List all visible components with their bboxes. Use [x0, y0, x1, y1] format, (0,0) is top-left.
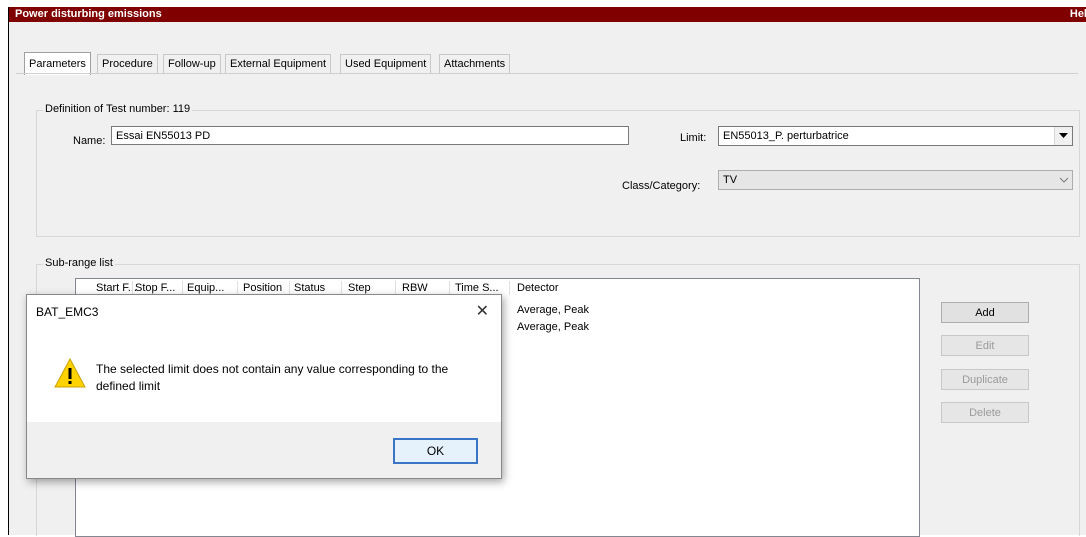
column-header-detector[interactable]: Detector — [517, 282, 559, 294]
column-separator — [449, 281, 450, 295]
message-dialog: BAT_EMC3 ✕ The selected limit does not c… — [26, 294, 502, 479]
chevron-down-icon[interactable] — [1055, 171, 1072, 189]
limit-label: Limit: — [680, 132, 707, 144]
tab-follow-up[interactable]: Follow-up — [163, 54, 221, 74]
help-menu[interactable]: Hel — [1070, 7, 1086, 22]
column-separator — [395, 281, 396, 295]
tab-baseline — [16, 73, 1078, 74]
class-value: TV — [723, 174, 738, 186]
ok-button[interactable]: OK — [393, 438, 478, 464]
window-title: Power disturbing emissions — [15, 8, 162, 20]
column-header-status[interactable]: Status — [294, 282, 325, 294]
column-header-step[interactable]: Step — [348, 282, 371, 294]
column-header-position[interactable]: Position — [243, 282, 282, 294]
close-icon[interactable]: ✕ — [476, 301, 489, 321]
column-header-start-freq[interactable]: Start F... — [96, 282, 137, 294]
column-header-equipment[interactable]: Equip... — [187, 282, 224, 294]
column-header-time-sweep[interactable]: Time S... — [455, 282, 499, 294]
tab-attachments[interactable]: Attachments — [439, 54, 511, 74]
subrange-legend: Sub-range list — [43, 257, 115, 269]
limit-select[interactable]: EN55013_P. perturbatrice — [718, 126, 1073, 146]
window-titlebar: Power disturbing emissions Hel — [9, 7, 1086, 22]
column-header-rbw[interactable]: RBW — [402, 282, 428, 294]
column-separator — [132, 281, 133, 295]
class-select[interactable]: TV — [718, 170, 1073, 190]
definition-legend: Definition of Test number: 119 — [43, 103, 193, 115]
limit-value: EN55013_P. perturbatrice — [723, 130, 849, 142]
name-input[interactable]: Essai EN55013 PD — [111, 126, 629, 145]
dialog-message: The selected limit does not contain any … — [96, 362, 449, 393]
tab-procedure[interactable]: Procedure — [97, 54, 158, 74]
duplicate-button[interactable]: Duplicate — [941, 369, 1029, 390]
column-header-stop-freq[interactable]: Stop F... — [135, 282, 175, 294]
table-row-detector[interactable]: Average, Peak — [517, 321, 589, 333]
add-button[interactable]: Add — [941, 302, 1029, 323]
class-label: Class/Category: — [622, 180, 701, 192]
delete-button[interactable]: Delete — [941, 402, 1029, 423]
dialog-title: BAT_EMC3 — [36, 305, 99, 319]
column-separator — [509, 281, 510, 295]
name-label: Name: — [73, 135, 106, 147]
chevron-down-icon[interactable] — [1054, 127, 1072, 145]
warning-icon — [53, 357, 87, 392]
column-separator — [182, 281, 183, 295]
tab-parameters[interactable]: Parameters — [24, 52, 91, 75]
tab-external-equipment[interactable]: External Equipment — [225, 54, 331, 74]
column-separator — [341, 281, 342, 295]
table-row-detector[interactable]: Average, Peak — [517, 304, 589, 316]
column-separator — [289, 281, 290, 295]
edit-button[interactable]: Edit — [941, 335, 1029, 356]
tab-used-equipment[interactable]: Used Equipment — [340, 54, 432, 74]
column-separator — [237, 281, 238, 295]
